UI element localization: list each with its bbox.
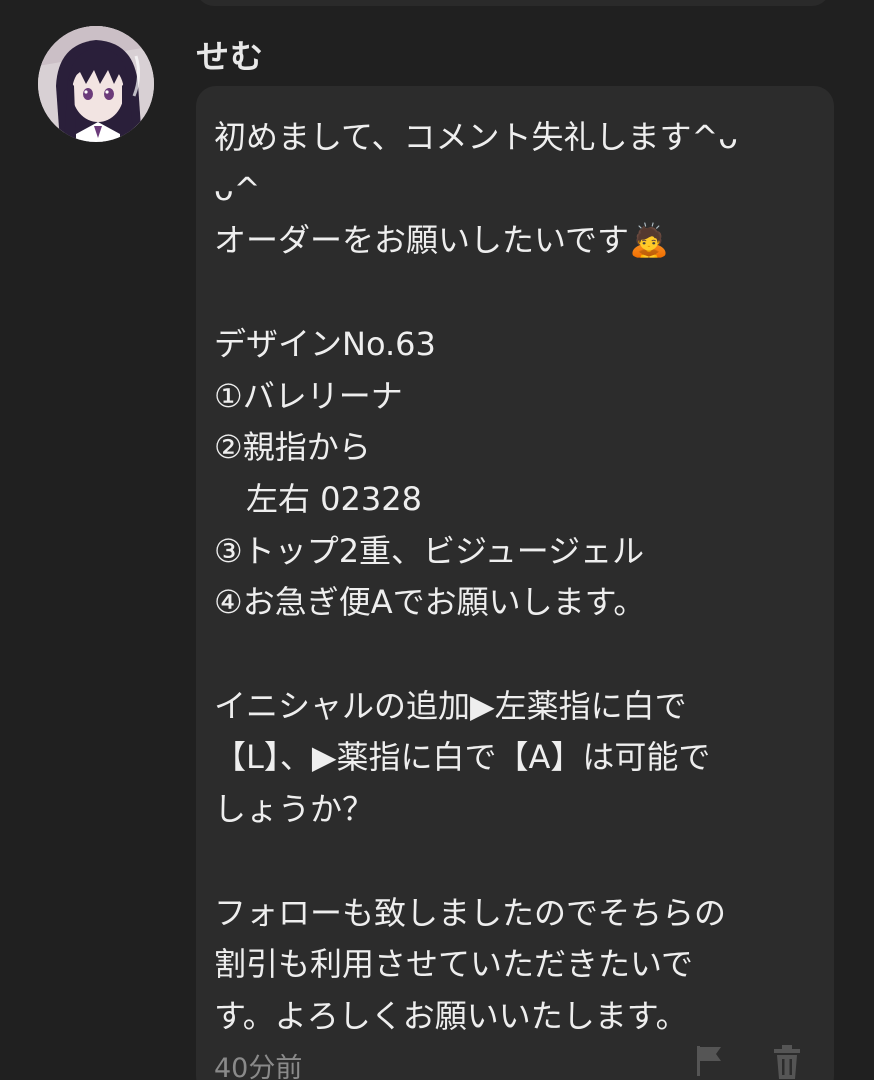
comment-thread: せむ 初めまして、コメント失礼します^ᴗ ᴗ^ オーダーをお願いしたいです🙇 デ…	[0, 0, 874, 1080]
message-line: 割引も利用させていただきたいで	[214, 945, 694, 984]
previous-comment-bubble	[196, 0, 830, 6]
comment-username[interactable]: せむ	[196, 30, 264, 78]
message-line: 左右 02328	[214, 479, 422, 518]
avatar[interactable]	[38, 26, 154, 142]
message-line: ③トップ2重、ビジュージェル	[214, 531, 645, 570]
message-line: 初めまして、コメント失礼します^ᴗ	[214, 118, 738, 156]
message-line: ①バレリーナ	[214, 376, 403, 415]
message-line: イニシャルの追加▶左薬指に白で	[214, 686, 687, 725]
flag-icon[interactable]	[694, 1044, 724, 1080]
message-line: デザインNo.63	[214, 324, 436, 363]
message-line: ᴗ^	[214, 169, 261, 208]
message-line: オーダーをお願いしたいです🙇	[214, 221, 669, 260]
message-line: フォローも致しましたのでそちらの	[214, 893, 727, 932]
trash-icon[interactable]	[772, 1044, 802, 1080]
comment-timestamp: 40分前	[214, 1053, 303, 1080]
message-line: す。よろしくお願いいたします。	[214, 996, 688, 1035]
comment-bubble: 初めまして、コメント失礼します^ᴗ ᴗ^ オーダーをお願いしたいです🙇 デザイン…	[196, 86, 834, 1080]
message-line: しょうか？	[214, 790, 375, 829]
comment-message: 初めまして、コメント失礼します^ᴗ ᴗ^ オーダーをお願いしたいです🙇 デザイン…	[214, 112, 814, 1043]
message-line: 【L】、▶薬指に白で【A】は可能で	[214, 738, 711, 777]
message-line: ④お急ぎ便Aでお願いします。	[214, 583, 646, 622]
message-line: ②親指から	[214, 428, 371, 467]
